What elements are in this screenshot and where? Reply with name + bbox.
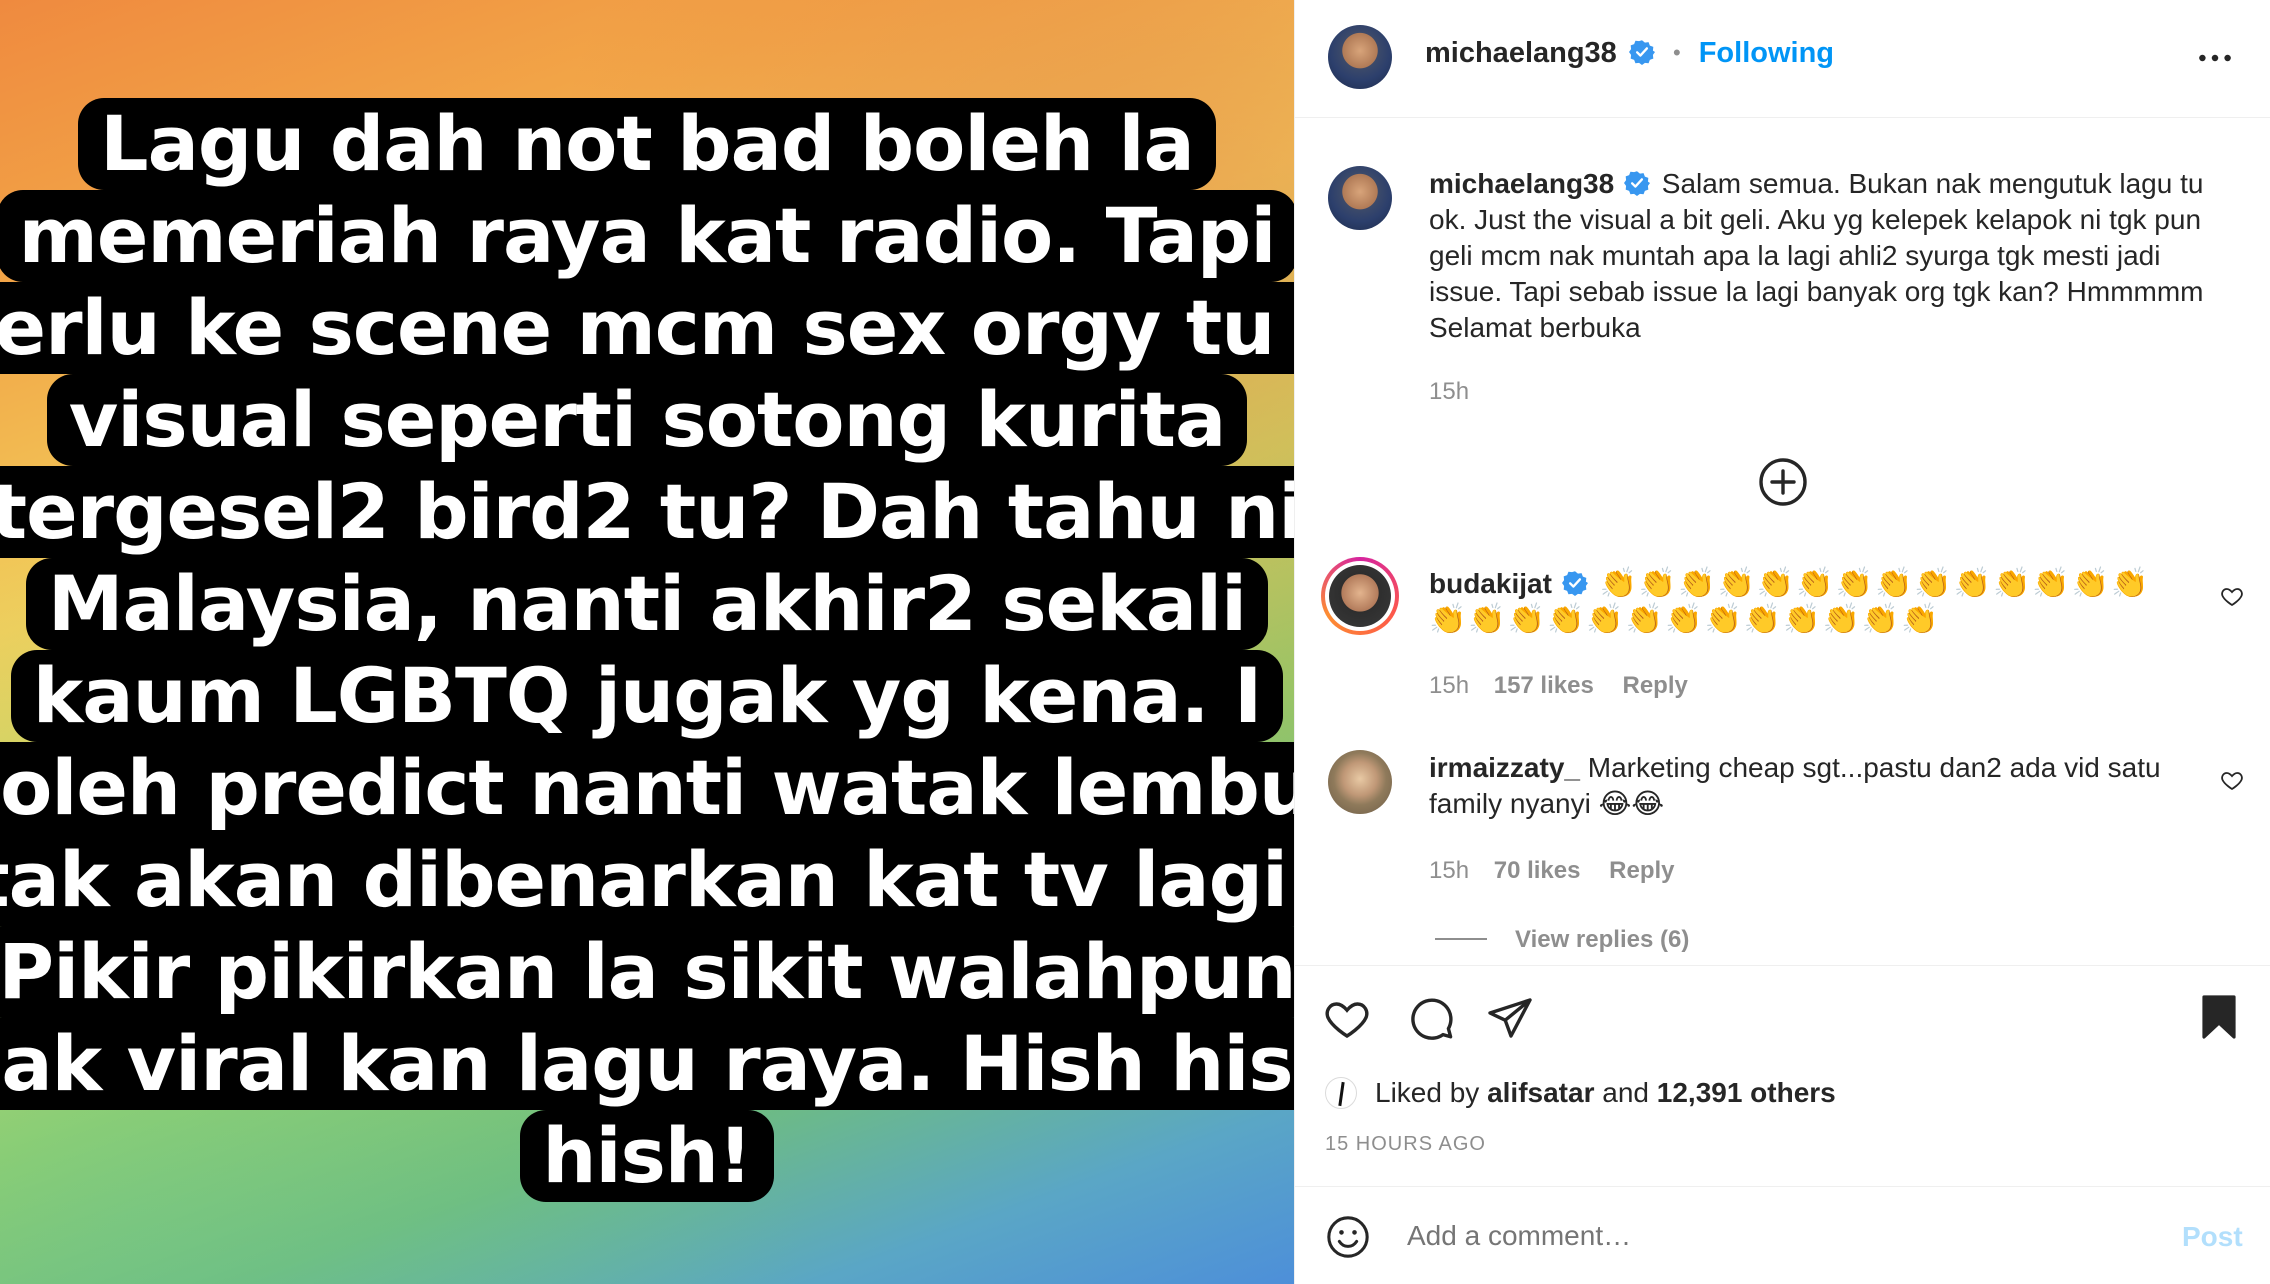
image-text-line: boleh predict nanti watak lembut — [0, 742, 1294, 834]
post-timestamp[interactable]: 15 HOURS AGO — [1325, 1133, 1486, 1156]
comment-meta: 15h 157 likes Reply — [1429, 672, 1688, 700]
image-text-line: visual seperti sotong kurita — [46, 374, 1248, 466]
comment-avatar[interactable] — [1329, 565, 1391, 627]
image-text-line: hish! — [520, 1110, 774, 1202]
comment-time: 15h — [1429, 857, 1470, 884]
post-sidebar: michaelang38 • Following michaelang38 Sa… — [1294, 0, 2270, 1284]
image-text-line: Malaysia, nanti akhir2 sekali — [25, 558, 1269, 650]
comment-icon[interactable] — [1407, 994, 1455, 1042]
header-user: michaelang38 • Following — [1425, 37, 1834, 70]
image-text-line: tergesel2 bird2 tu? Dah tahu ni — [0, 466, 1294, 558]
likes-summary: Liked by alifsatar and 12,391 others — [1375, 1077, 1836, 1109]
comment: budakijat 👏👏👏👏👏👏👏👏👏👏👏👏👏👏👏👏👏👏👏👏👏👏👏👏👏👏👏 — [1429, 566, 2189, 638]
comment-likes[interactable]: 70 likes — [1494, 857, 1581, 884]
reply-button[interactable]: Reply — [1609, 857, 1674, 884]
emoji-icon[interactable] — [1325, 1214, 1371, 1260]
comment-input[interactable] — [1407, 1213, 2087, 1259]
post-image-text: Lagu dah not bad boleh la memeriah raya … — [0, 98, 1294, 1202]
image-text-line: kaum LGBTQ jugak yg kena. I — [10, 650, 1284, 742]
heart-icon[interactable] — [2220, 584, 2244, 608]
heart-icon[interactable] — [2220, 768, 2244, 792]
verified-badge-icon — [1561, 571, 1588, 597]
caption-avatar[interactable] — [1328, 166, 1392, 230]
likes-conj: and — [1602, 1077, 1649, 1108]
replies-divider — [1435, 938, 1487, 940]
verified-badge-icon — [1623, 171, 1650, 197]
liker-username[interactable]: alifsatar — [1487, 1077, 1594, 1108]
image-text-line: Pikir pikirkan la sikit walahpun — [0, 926, 1294, 1018]
liker-avatar[interactable] — [1325, 1077, 1357, 1109]
caption: michaelang38 Salam semua. Bukan nak meng… — [1429, 166, 2229, 346]
comment: irmaizzaty_ Marketing cheap sgt...pastu … — [1429, 750, 2189, 822]
post-comment-button[interactable]: Post — [2182, 1221, 2243, 1253]
comment-avatar[interactable] — [1328, 750, 1392, 814]
header-username[interactable]: michaelang38 — [1425, 37, 1617, 69]
share-icon[interactable] — [1486, 994, 1534, 1042]
header-separator: • — [1672, 40, 1681, 65]
comment-username[interactable]: irmaizzaty_ — [1429, 752, 1580, 783]
more-options-icon[interactable] — [2197, 52, 2233, 64]
image-text-line: perlu ke scene mcm sex orgy tu n — [0, 282, 1294, 374]
image-text-line: Lagu dah not bad boleh la — [78, 98, 1216, 190]
post-actions: Liked by alifsatar and 12,391 others 15 … — [1295, 965, 2270, 1155]
add-comment-bar: Post — [1295, 1186, 2270, 1284]
comment-time: 15h — [1429, 672, 1470, 699]
image-text-line: nak viral kan lagu raya. Hish hish — [0, 1018, 1294, 1110]
image-text-line: tak akan dibenarkan kat tv lagi! — [0, 834, 1294, 926]
verified-badge-icon — [1628, 40, 1655, 66]
avatar[interactable] — [1328, 25, 1392, 89]
following-button[interactable]: Following — [1699, 37, 1834, 69]
image-text-line: memeriah raya kat radio. Tapi — [0, 190, 1294, 282]
bookmark-icon[interactable] — [2195, 992, 2243, 1042]
comment-username[interactable]: budakijat — [1429, 568, 1552, 599]
caption-time: 15h — [1429, 378, 1470, 405]
reply-button[interactable]: Reply — [1622, 672, 1687, 699]
likes-others[interactable]: 12,391 others — [1657, 1077, 1836, 1108]
caption-username[interactable]: michaelang38 — [1429, 168, 1614, 199]
comment-likes[interactable]: 157 likes — [1494, 672, 1594, 699]
view-replies-button[interactable]: View replies (6) — [1515, 926, 1689, 954]
heart-icon[interactable] — [1323, 994, 1371, 1042]
post-media[interactable]: Lagu dah not bad boleh la memeriah raya … — [0, 0, 1294, 1284]
comment-meta: 15h 70 likes Reply — [1429, 857, 1675, 885]
likes-prefix: Liked by — [1375, 1077, 1480, 1108]
post-header: michaelang38 • Following — [1295, 0, 2270, 118]
add-circle-icon[interactable] — [1758, 457, 1808, 507]
